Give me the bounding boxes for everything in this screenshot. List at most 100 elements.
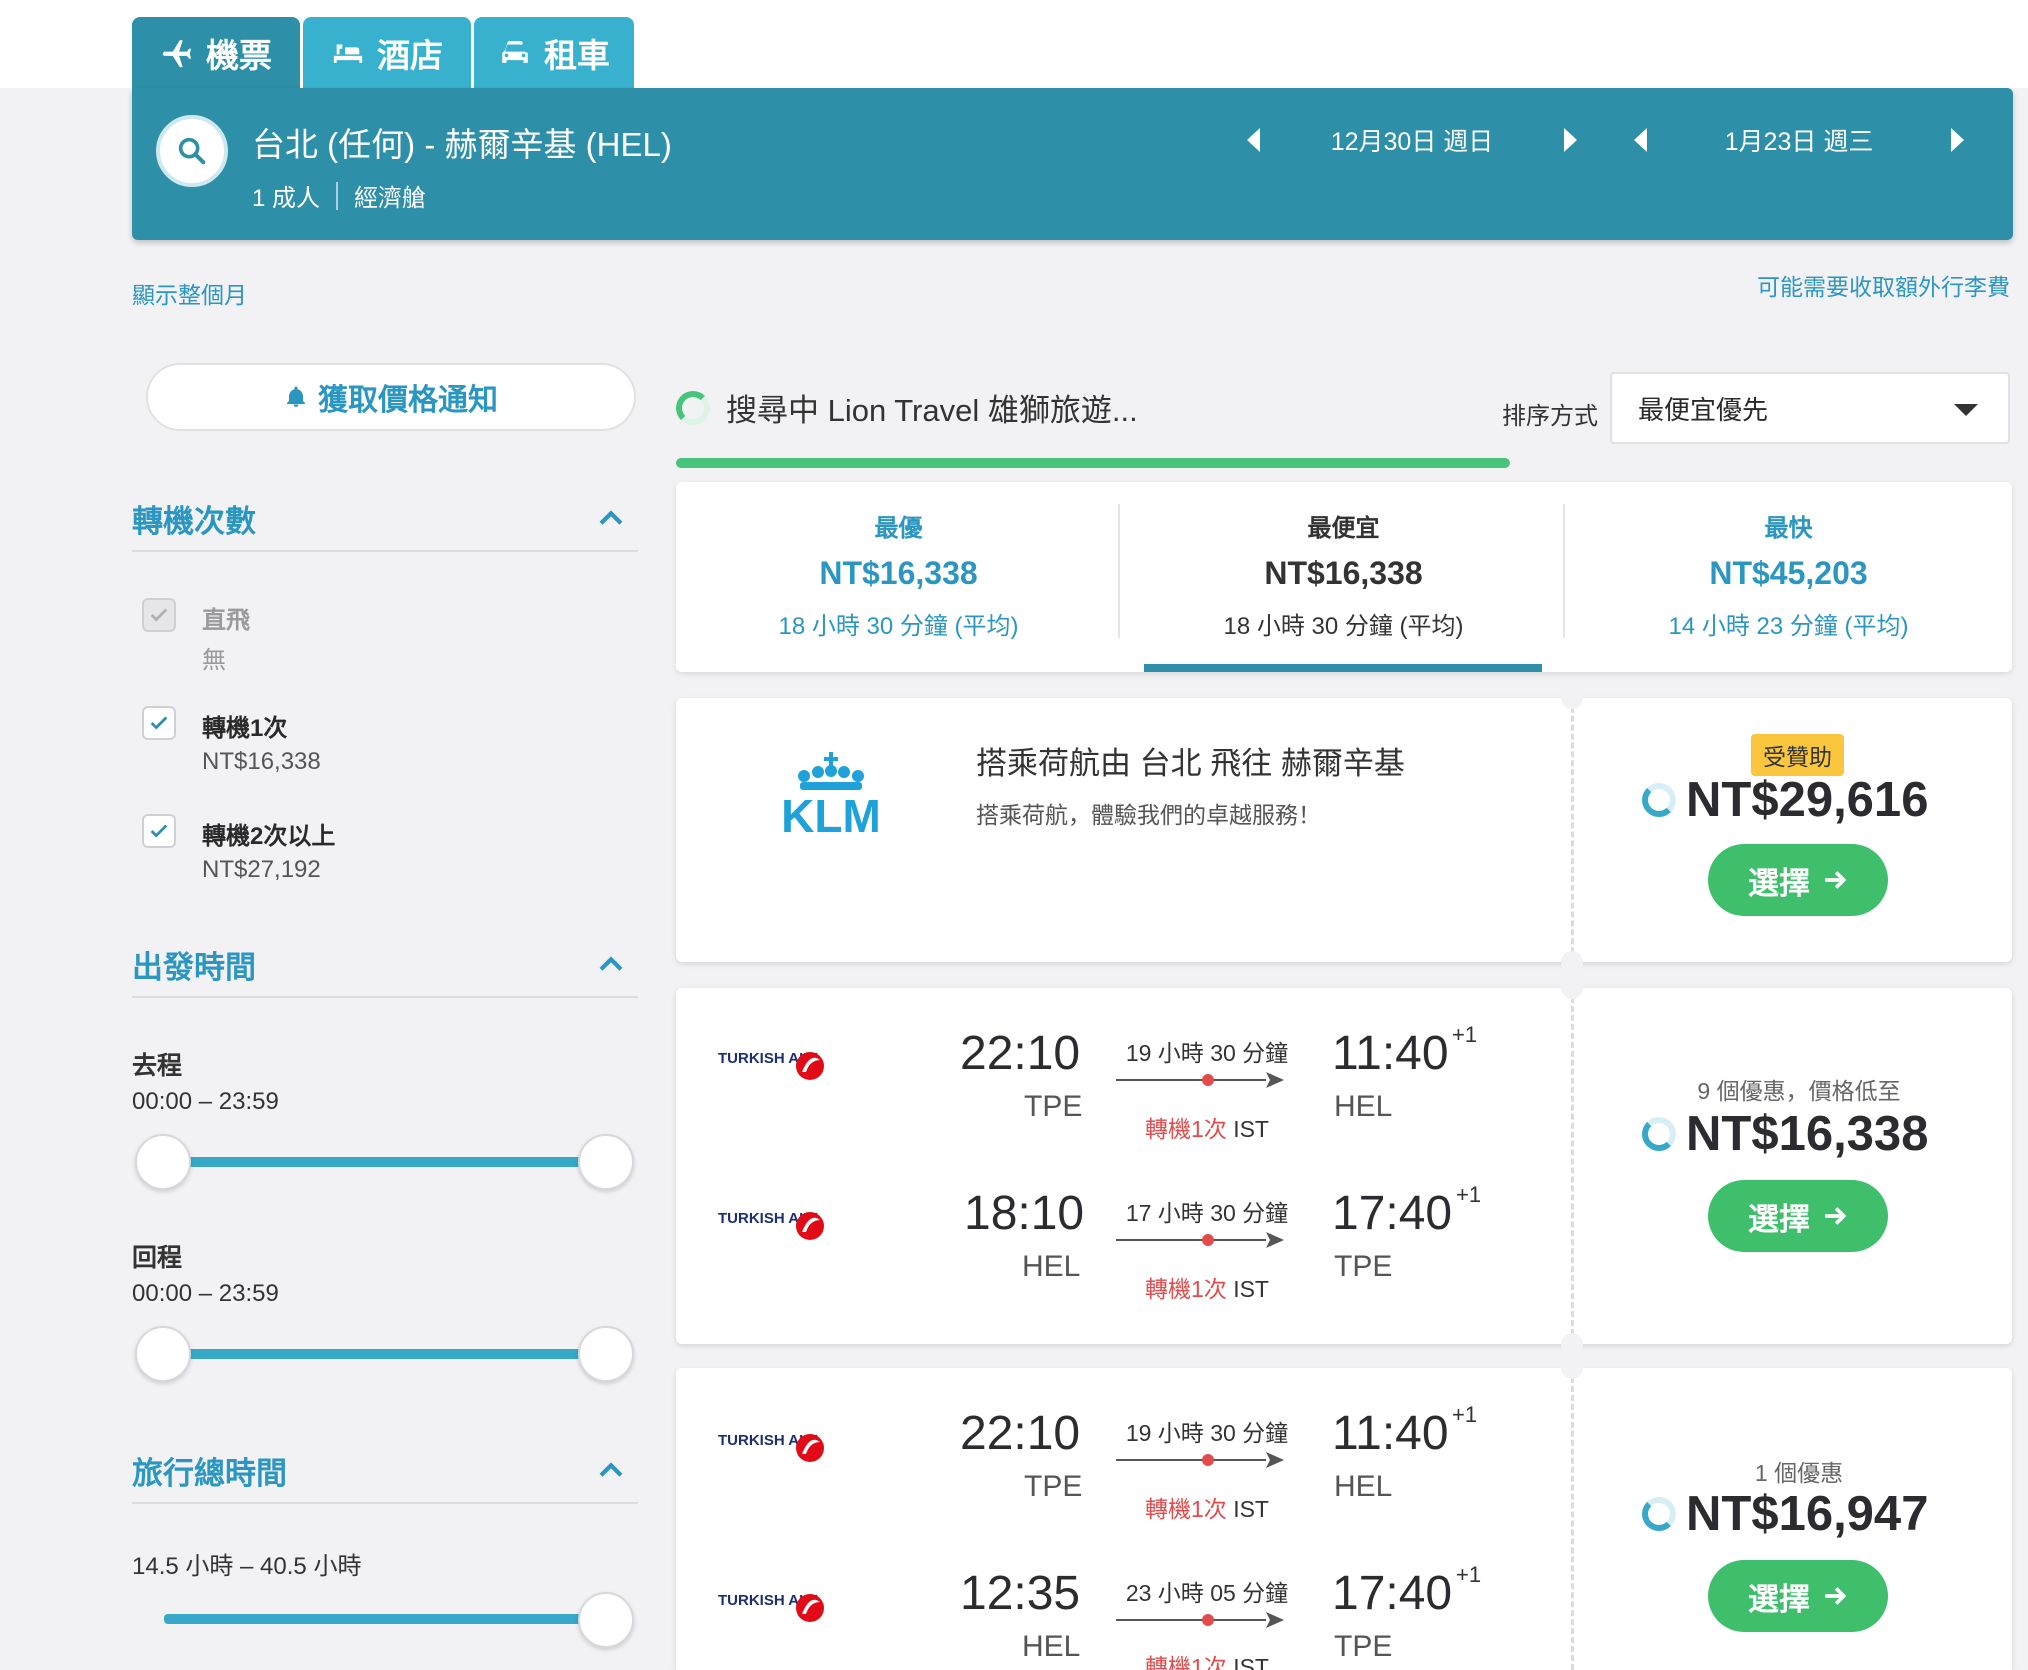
- summary-best[interactable]: 最優 NT$16,338 18 小時 30 分鐘 (平均): [676, 508, 1121, 641]
- stop-info: 轉機1次 IST: [1112, 1490, 1302, 1524]
- select-button[interactable]: 選擇: [1708, 844, 1888, 916]
- total-time-filter-header[interactable]: 旅行總時間: [132, 1448, 638, 1504]
- stop-info: 轉機1次 IST: [1112, 1270, 1302, 1304]
- stop-count: 轉機1次: [1145, 1116, 1227, 1142]
- show-month-link[interactable]: 顯示整個月: [132, 276, 247, 310]
- next-day-indicator: +1: [1452, 1022, 1478, 1047]
- svg-text:KLM: KLM: [781, 790, 881, 840]
- outbound-slider-min-handle[interactable]: [135, 1134, 191, 1190]
- search-status-text: 搜尋中 Lion Travel 雄獅旅遊...: [726, 393, 1138, 428]
- notch: [1561, 1333, 1583, 1355]
- chevron-up-icon[interactable]: [594, 948, 628, 982]
- checkbox[interactable]: [142, 598, 176, 632]
- departure-airport: HEL: [1022, 1250, 1081, 1283]
- arrival-airport: TPE: [1334, 1250, 1393, 1283]
- return-range: 00:00 – 23:59: [132, 1280, 279, 1307]
- prev-date-icon[interactable]: [1634, 128, 1647, 152]
- stop-option-price: NT$16,338: [202, 748, 321, 775]
- tab-label: 機票: [206, 37, 272, 74]
- stops-filter-title: 轉機次數: [132, 504, 256, 539]
- loading-spinner-icon: [676, 390, 710, 425]
- ad-title: 搭乘荷航由 台北 飛往 赫爾辛基: [976, 746, 1405, 781]
- arrival-time: 17:40: [1332, 1567, 1453, 1620]
- tab-flights[interactable]: 機票: [132, 17, 300, 89]
- summary-duration: 18 小時 30 分鐘 (平均): [1223, 613, 1464, 640]
- stop-airport: IST: [1233, 1654, 1269, 1670]
- departure-time-filter-header[interactable]: 出發時間: [132, 942, 638, 998]
- passenger-cabin[interactable]: 1 成人 經濟艙: [252, 178, 426, 213]
- divider: [1571, 698, 1574, 962]
- next-day-indicator: +1: [1456, 1182, 1482, 1207]
- result-card[interactable]: TURKISH AIRLINES 22:10 TPE 19 小時 30 分鐘 轉…: [676, 1357, 2012, 1670]
- arrival-airport: HEL: [1334, 1470, 1393, 1503]
- summary-cheapest[interactable]: 最便宜 NT$16,338 18 小時 30 分鐘 (平均): [1121, 508, 1566, 641]
- search-status: 搜尋中 Lion Travel 雄獅旅遊...: [676, 385, 1138, 430]
- flight-duration: 19 小時 30 分鐘: [1125, 1040, 1289, 1066]
- stop-option-label: 轉機1次: [202, 715, 288, 742]
- notch: [1561, 977, 1583, 999]
- departure-airport: TPE: [1024, 1470, 1083, 1503]
- tab-cars[interactable]: 租車: [474, 17, 634, 89]
- stop-airport: IST: [1233, 1116, 1269, 1142]
- notch: [1561, 951, 1583, 973]
- arrival-time: 11:40: [1332, 1407, 1449, 1460]
- tab-hotels[interactable]: 酒店: [303, 17, 471, 89]
- departure-time: 12:35: [960, 1567, 1081, 1620]
- departure-time: 18:10: [964, 1187, 1085, 1240]
- notch: [1561, 687, 1583, 709]
- chevron-up-icon[interactable]: [594, 502, 628, 536]
- plane-icon: [162, 40, 192, 68]
- price-value: NT$16,338: [1686, 1107, 1929, 1161]
- next-date-icon[interactable]: [1564, 128, 1577, 152]
- outbound-slider-max-handle[interactable]: [578, 1134, 634, 1190]
- select-label: 選擇: [1748, 1581, 1810, 1617]
- stops-filter-header[interactable]: 轉機次數: [132, 496, 638, 552]
- arrival-airport: HEL: [1334, 1090, 1393, 1123]
- caret-down-icon: [1954, 404, 1978, 416]
- select-button[interactable]: 選擇: [1708, 1180, 1888, 1252]
- search-icon: [178, 137, 206, 165]
- stop-info: 轉機1次 IST: [1112, 1110, 1302, 1144]
- arrow-right-icon: [1825, 1587, 1847, 1605]
- return-slider-track[interactable]: [164, 1349, 606, 1359]
- tab-label: 酒店: [377, 37, 443, 74]
- return-slider-min-handle[interactable]: [135, 1326, 191, 1382]
- route-line-plane-icon: [1116, 1072, 1284, 1088]
- total-time-slider-track[interactable]: [164, 1614, 606, 1624]
- search-bar[interactable]: 台北 (任何) - 赫爾辛基 (HEL) 1 成人 經濟艙 12月30日 週日 …: [132, 88, 2013, 240]
- stop-airport: IST: [1233, 1496, 1269, 1522]
- turkish-airlines-logo: TURKISH AIRLINES: [718, 1432, 824, 1462]
- return-date-picker[interactable]: 1月23日 週三: [1634, 122, 1964, 158]
- baggage-fee-link[interactable]: 可能需要收取額外行李費: [1757, 268, 2010, 302]
- return-slider-max-handle[interactable]: [578, 1326, 634, 1382]
- price-alert-button[interactable]: 獲取價格通知: [146, 363, 636, 431]
- flight-duration: 23 小時 05 分鐘: [1125, 1580, 1289, 1606]
- stop-count: 轉機1次: [1145, 1496, 1227, 1522]
- divider: [336, 181, 339, 210]
- depart-date-picker[interactable]: 12月30日 週日: [1247, 122, 1577, 158]
- route-text[interactable]: 台北 (任何) - 赫爾辛基 (HEL): [252, 118, 672, 166]
- sponsored-result-card[interactable]: KLM 搭乘荷航由 台北 飛往 赫爾辛基 搭乘荷航，體驗我們的卓越服務！ 受贊助…: [676, 687, 2012, 973]
- outbound-slider-track[interactable]: [164, 1157, 606, 1167]
- route-line-plane-icon: [1116, 1612, 1284, 1628]
- checkbox[interactable]: [142, 814, 176, 848]
- prev-date-icon[interactable]: [1247, 128, 1260, 152]
- select-button[interactable]: 選擇: [1708, 1560, 1888, 1632]
- chevron-up-icon[interactable]: [594, 1454, 628, 1488]
- divider: [1571, 1368, 1574, 1670]
- summary-fastest[interactable]: 最快 NT$45,203 14 小時 23 分鐘 (平均): [1566, 508, 2011, 641]
- flight-duration: 17 小時 30 分鐘: [1125, 1200, 1289, 1226]
- arrow-right-icon: [1825, 1207, 1847, 1225]
- search-button[interactable]: [156, 115, 228, 187]
- next-date-icon[interactable]: [1950, 128, 1964, 152]
- result-card[interactable]: TURKISH AIRLINES 22:10 TPE 19 小時 30 分鐘 轉…: [676, 977, 2012, 1355]
- sort-select[interactable]: 最便宜優先: [1610, 372, 2010, 444]
- total-time-slider-max-handle[interactable]: [578, 1592, 634, 1648]
- summary-title: 最快: [1764, 515, 1813, 542]
- ad-price: NT$29,616: [1642, 772, 1982, 828]
- checkbox[interactable]: [142, 706, 176, 740]
- price-value: NT$29,616: [1686, 773, 1929, 827]
- return-date[interactable]: 1月23日 週三: [1725, 122, 1874, 158]
- arrival-time: 11:40: [1332, 1027, 1449, 1080]
- depart-date[interactable]: 12月30日 週日: [1331, 122, 1494, 158]
